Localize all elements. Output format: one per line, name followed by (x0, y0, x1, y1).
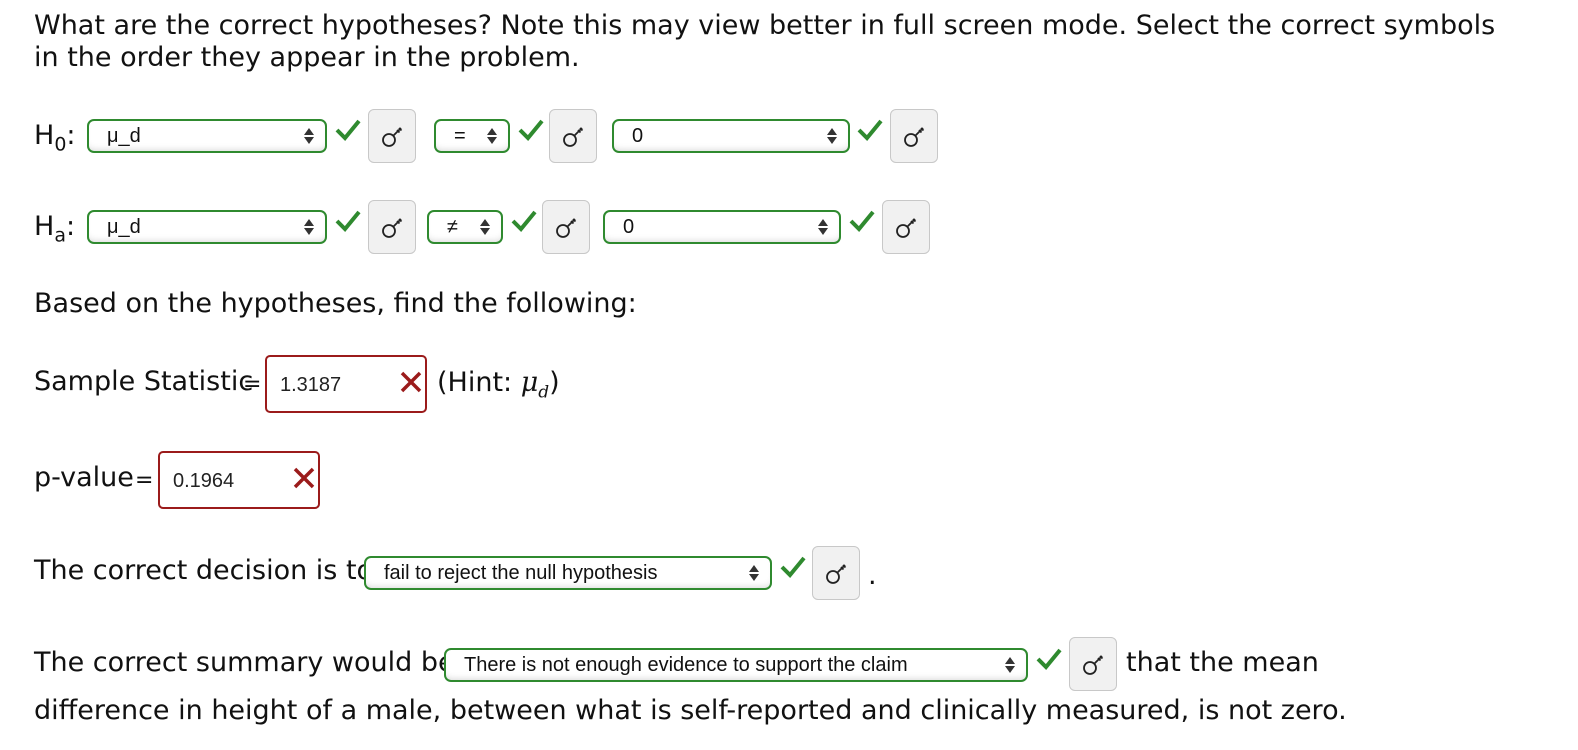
h0-value-select[interactable]: 0 (612, 119, 850, 153)
question-text: What are the correct hypotheses? Note th… (34, 10, 1496, 73)
ha-label-main: H (34, 211, 55, 242)
p-value-input[interactable]: 0.1964 (158, 451, 320, 509)
h0-parameter-key-button[interactable] (368, 109, 416, 163)
select-arrows-icon (486, 124, 498, 148)
checkmark-icon (335, 209, 361, 233)
ha-value-key-button[interactable] (882, 200, 930, 254)
sample-statistic-equals: = (243, 372, 262, 397)
checkmark-icon (849, 209, 875, 233)
key-icon (555, 215, 579, 239)
checkmark-icon (511, 209, 537, 233)
ha-relation-select[interactable]: ≠ (427, 210, 503, 244)
hint-text: (Hint: μd) (437, 367, 560, 408)
key-icon (381, 124, 405, 148)
key-icon (562, 124, 586, 148)
h0-label-colon: : (66, 120, 76, 151)
h0-relation-select[interactable]: = (434, 119, 510, 153)
h0-relation-value: = (454, 125, 466, 147)
ha-label-colon: : (65, 211, 76, 242)
decision-key-button[interactable] (812, 546, 860, 600)
sample-statistic-label: Sample Statistic (34, 366, 254, 397)
select-arrows-icon (1004, 653, 1016, 677)
key-icon (825, 561, 849, 585)
hint-suffix: ) (549, 367, 560, 398)
p-value-equals: = (135, 468, 154, 493)
h0-parameter-value: μ_d (107, 125, 141, 147)
decision-period: . (868, 560, 877, 591)
select-arrows-icon (303, 215, 315, 239)
checkmark-icon (1036, 647, 1062, 671)
sample-statistic-input[interactable]: 1.3187 (265, 355, 427, 413)
x-mark-icon (399, 370, 423, 394)
x-mark-icon (292, 466, 316, 490)
checkmark-icon (518, 118, 544, 142)
h0-label-main: H (34, 120, 55, 151)
checkmark-icon (857, 118, 883, 142)
hint-subscript: d (538, 382, 550, 403)
summary-prefix: The correct summary would be: (34, 647, 464, 678)
ha-value-select[interactable]: 0 (603, 210, 841, 244)
checkmark-icon (780, 555, 806, 579)
ha-label: Ha: (34, 211, 75, 251)
checkmark-icon (335, 118, 361, 142)
sample-statistic-value: 1.3187 (280, 374, 342, 396)
key-icon (903, 124, 927, 148)
ha-label-sub: a (54, 224, 66, 247)
key-icon (381, 215, 405, 239)
h0-value-key-button[interactable] (890, 109, 938, 163)
p-value-value: 0.1964 (173, 470, 235, 492)
summary-line2: difference in height of a male, between … (34, 695, 1347, 726)
select-arrows-icon (748, 561, 760, 585)
decision-prefix: The correct decision is to (34, 555, 374, 586)
summary-key-button[interactable] (1069, 637, 1117, 691)
summary-selected-value: There is not enough evidence to support … (464, 654, 908, 676)
h0-label: H0: (34, 120, 76, 160)
ha-relation-key-button[interactable] (542, 200, 590, 254)
select-arrows-icon (817, 215, 829, 239)
ha-parameter-value: μ_d (107, 216, 141, 238)
summary-after-text: that the mean (1126, 647, 1319, 678)
select-arrows-icon (826, 124, 838, 148)
decision-select[interactable]: fail to reject the null hypothesis (364, 556, 772, 590)
instruction-text: Based on the hypotheses, find the follow… (34, 288, 637, 319)
hint-symbol: μ (520, 367, 539, 398)
ha-parameter-key-button[interactable] (368, 200, 416, 254)
hint-prefix: (Hint: (437, 367, 521, 398)
summary-select[interactable]: There is not enough evidence to support … (444, 648, 1028, 682)
ha-value-text: 0 (623, 216, 635, 238)
h0-label-sub: 0 (54, 133, 67, 156)
h0-relation-key-button[interactable] (549, 109, 597, 163)
ha-relation-value: ≠ (447, 216, 458, 238)
p-value-label: p-value (34, 462, 134, 493)
select-arrows-icon (479, 215, 491, 239)
ha-parameter-select[interactable]: μ_d (87, 210, 327, 244)
h0-parameter-select[interactable]: μ_d (87, 119, 327, 153)
select-arrows-icon (303, 124, 315, 148)
key-icon (1082, 652, 1106, 676)
decision-selected-value: fail to reject the null hypothesis (384, 562, 658, 584)
h0-value-text: 0 (632, 125, 644, 147)
key-icon (895, 215, 919, 239)
